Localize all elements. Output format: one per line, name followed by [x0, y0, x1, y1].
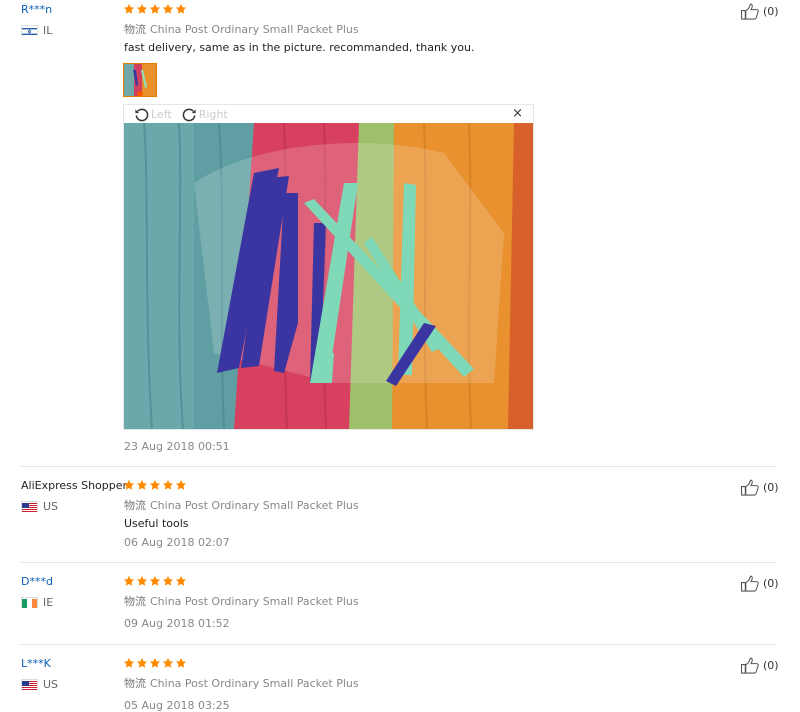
- us-flag-icon: [21, 679, 38, 690]
- review-date: 06 Aug 2018 02:07: [124, 536, 230, 549]
- rotate-right-icon: [182, 108, 196, 121]
- country-code: IL: [43, 24, 53, 37]
- shipping-name: China Post Ordinary Small Packet Plus: [150, 677, 359, 690]
- star-icon: [136, 657, 148, 669]
- review-text: Useful tools: [124, 517, 189, 530]
- reviewer-name[interactable]: R***n: [21, 3, 52, 16]
- helpful-count: (0): [763, 577, 779, 590]
- divider: [20, 562, 776, 563]
- ireland-flag-icon: [21, 597, 38, 608]
- star-icon: [149, 479, 161, 491]
- shipping-name: China Post Ordinary Small Packet Plus: [150, 595, 359, 608]
- helpful-count: (0): [763, 659, 779, 672]
- star-icon: [162, 479, 174, 491]
- shipping-method: 物流 China Post Ordinary Small Packet Plus: [124, 497, 359, 513]
- helpful-button[interactable]: (0): [740, 479, 779, 496]
- star-icon: [136, 3, 148, 15]
- star-icon: [136, 479, 148, 491]
- review-date: 05 Aug 2018 03:25: [124, 699, 230, 712]
- shipping-label: 物流: [124, 499, 146, 512]
- star-icon: [149, 657, 161, 669]
- reviewer-name: AliExpress Shopper: [21, 479, 128, 492]
- star-rating: [123, 3, 187, 15]
- helpful-count: (0): [763, 5, 779, 18]
- divider: [20, 466, 776, 467]
- rotate-right-label: Right: [198, 107, 228, 121]
- shipping-label: 物流: [124, 595, 146, 608]
- divider: [20, 644, 776, 645]
- reviewer-country: IE: [21, 596, 53, 609]
- helpful-button[interactable]: (0): [740, 3, 779, 20]
- us-flag-icon: [21, 501, 38, 512]
- star-icon: [123, 3, 135, 15]
- rotate-left-label: Left: [151, 107, 172, 121]
- shipping-label: 物流: [124, 23, 146, 36]
- shipping-name: China Post Ordinary Small Packet Plus: [150, 499, 359, 512]
- review-date: 23 Aug 2018 00:51: [124, 440, 230, 453]
- star-icon: [162, 657, 174, 669]
- reviewer-name[interactable]: D***d: [21, 575, 53, 588]
- star-icon: [175, 479, 187, 491]
- star-icon: [136, 575, 148, 587]
- country-code: IE: [43, 596, 54, 609]
- country-code: US: [43, 500, 59, 513]
- review-photo-thumbnail[interactable]: [123, 63, 157, 97]
- thumbs-up-icon: [740, 575, 761, 592]
- star-icon: [149, 575, 161, 587]
- thumbs-up-icon: [740, 479, 761, 496]
- star-icon: [123, 657, 135, 669]
- shipping-method: 物流 China Post Ordinary Small Packet Plus: [124, 21, 359, 37]
- reviewer-country: US: [21, 678, 58, 691]
- rotate-left-button[interactable]: Left: [134, 107, 172, 122]
- country-code: US: [43, 678, 59, 691]
- star-icon: [123, 575, 135, 587]
- star-rating: [123, 575, 187, 587]
- star-icon: [175, 657, 187, 669]
- rotate-left-icon: [135, 108, 149, 121]
- review-text: fast delivery, same as in the picture. r…: [124, 41, 475, 54]
- thumbs-up-icon: [740, 657, 761, 674]
- reviewer-country: IL: [21, 24, 52, 37]
- shipping-label: 物流: [124, 677, 146, 690]
- star-rating: [123, 479, 187, 491]
- shipping-method: 物流 China Post Ordinary Small Packet Plus: [124, 593, 359, 609]
- shipping-name: China Post Ordinary Small Packet Plus: [150, 23, 359, 36]
- star-icon: [162, 3, 174, 15]
- photo-viewer-toolbar: Left Right ×: [124, 105, 533, 123]
- review-date: 09 Aug 2018 01:52: [124, 617, 230, 630]
- helpful-button[interactable]: (0): [740, 575, 779, 592]
- star-icon: [162, 575, 174, 587]
- star-icon: [175, 575, 187, 587]
- close-viewer-button[interactable]: ×: [512, 106, 523, 121]
- review-photo: [124, 123, 533, 429]
- star-icon: [123, 479, 135, 491]
- shipping-method: 物流 China Post Ordinary Small Packet Plus: [124, 675, 359, 691]
- israel-flag-icon: [21, 25, 38, 36]
- helpful-button[interactable]: (0): [740, 657, 779, 674]
- star-rating: [123, 657, 187, 669]
- helpful-count: (0): [763, 481, 779, 494]
- star-icon: [149, 3, 161, 15]
- photo-viewer: Left Right ×: [123, 104, 534, 430]
- reviewer-name[interactable]: L***K: [21, 657, 51, 670]
- reviewer-country: US: [21, 500, 58, 513]
- thumbs-up-icon: [740, 3, 761, 20]
- rotate-right-button[interactable]: Right: [182, 107, 228, 122]
- star-icon: [175, 3, 187, 15]
